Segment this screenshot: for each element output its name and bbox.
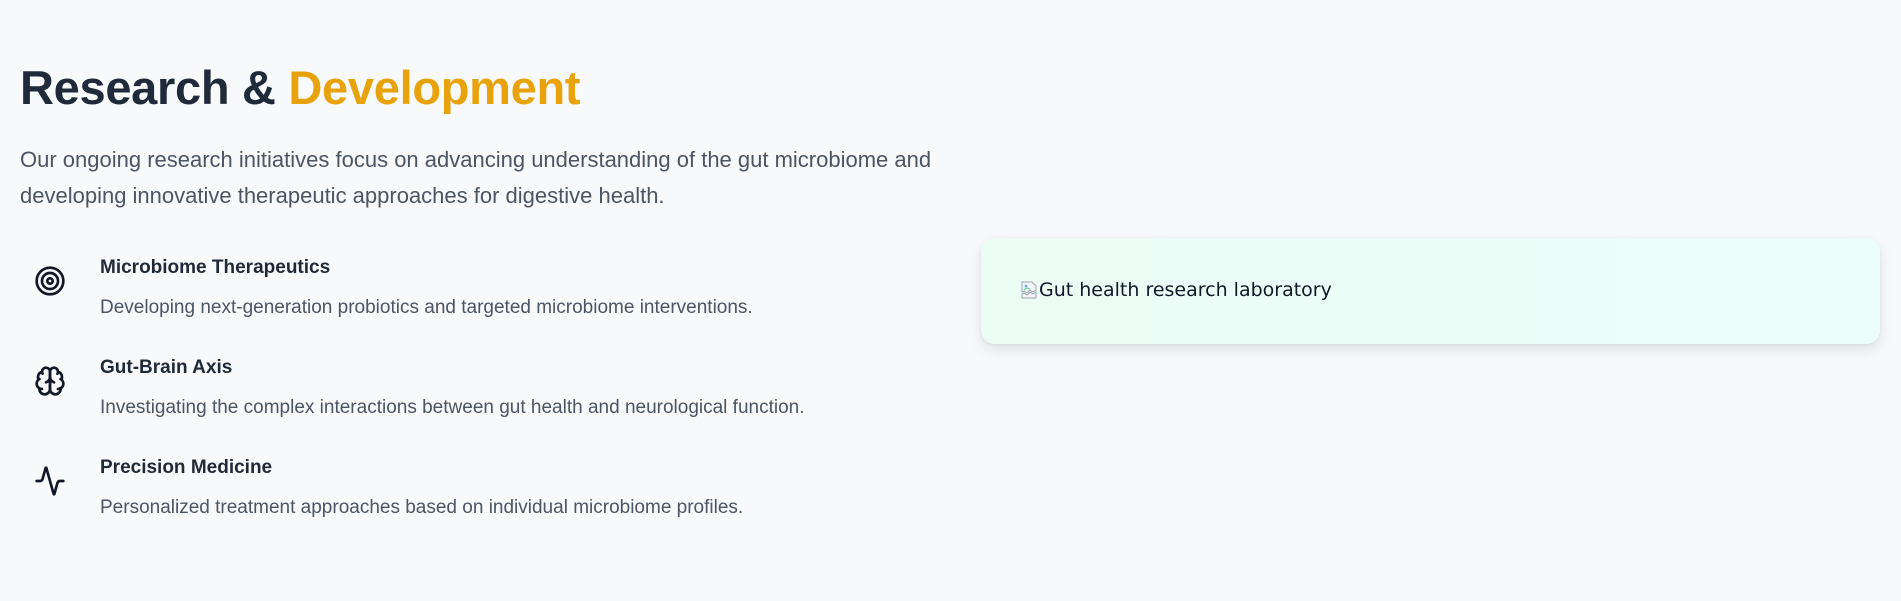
feature-item-precision-medicine: Precision Medicine Personalized treatmen… [20,455,960,555]
broken-image-icon [1021,281,1037,299]
section-header: Research & Development Our ongoing resea… [20,58,960,214]
broken-image: Gut health research laboratory [1021,278,1332,302]
section-title-accent: Development [288,61,581,114]
feature-list: Microbiome Therapeutics Developing next-… [20,255,960,555]
feature-item-microbiome-therapeutics: Microbiome Therapeutics Developing next-… [20,255,960,355]
brain-icon [34,365,66,397]
target-icon [34,265,66,297]
feature-description: Investigating the complex interactions b… [100,397,805,418]
feature-title: Gut-Brain Axis [100,357,233,378]
research-development-section: Research & Development Our ongoing resea… [0,0,1901,601]
research-image-card: Gut health research laboratory [981,238,1880,344]
image-alt-text: Gut health research laboratory [1039,279,1332,301]
feature-title: Precision Medicine [100,457,273,478]
section-title-main: Research & [20,61,289,114]
feature-description: Developing next-generation probiotics an… [100,297,753,318]
activity-icon [34,465,66,497]
feature-item-gut-brain-axis: Gut-Brain Axis Investigating the complex… [20,355,960,455]
section-intro: Our ongoing research initiatives focus o… [20,147,932,208]
feature-description: Personalized treatment approaches based … [100,497,744,518]
feature-title: Microbiome Therapeutics [100,257,331,278]
section-title: Research & Development [20,58,960,118]
